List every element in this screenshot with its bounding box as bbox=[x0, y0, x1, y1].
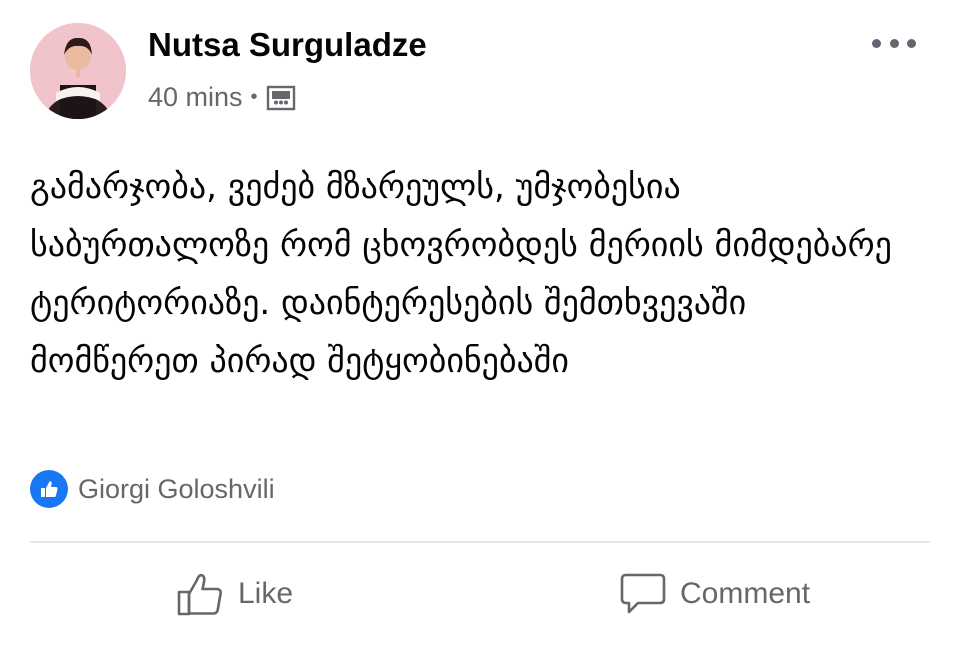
divider bbox=[30, 541, 930, 543]
comment-label: Comment bbox=[680, 577, 811, 610]
like-button[interactable]: Like bbox=[176, 570, 293, 618]
avatar-image bbox=[30, 23, 126, 119]
album-icon bbox=[266, 84, 296, 112]
comment-icon bbox=[620, 573, 666, 614]
comment-button[interactable]: Comment bbox=[618, 570, 810, 618]
meta-separator: • bbox=[250, 86, 258, 108]
more-dot bbox=[889, 38, 899, 48]
like-icon bbox=[30, 470, 68, 508]
reactions-summary[interactable]: Giorgi Goloshvili bbox=[30, 470, 275, 508]
post-meta: 40 mins • bbox=[148, 82, 296, 113]
post-text: გამარჯობა, ვეძებ მზარეულს, უმჯობესია საბ… bbox=[30, 167, 892, 381]
author-name[interactable]: Nutsa Surguladze bbox=[148, 26, 427, 64]
more-dot bbox=[872, 38, 881, 48]
avatar[interactable] bbox=[30, 23, 126, 119]
thumbs-up-icon bbox=[177, 573, 222, 616]
post-card: Nutsa Surguladze 40 mins • გამარჯობა, ვე… bbox=[0, 0, 960, 648]
like-label: Like bbox=[238, 577, 294, 610]
reactor-name: Giorgi Goloshvili bbox=[78, 473, 275, 504]
more-options-icon[interactable] bbox=[872, 30, 916, 56]
post-time[interactable]: 40 mins bbox=[148, 82, 243, 113]
more-dot bbox=[907, 38, 916, 48]
